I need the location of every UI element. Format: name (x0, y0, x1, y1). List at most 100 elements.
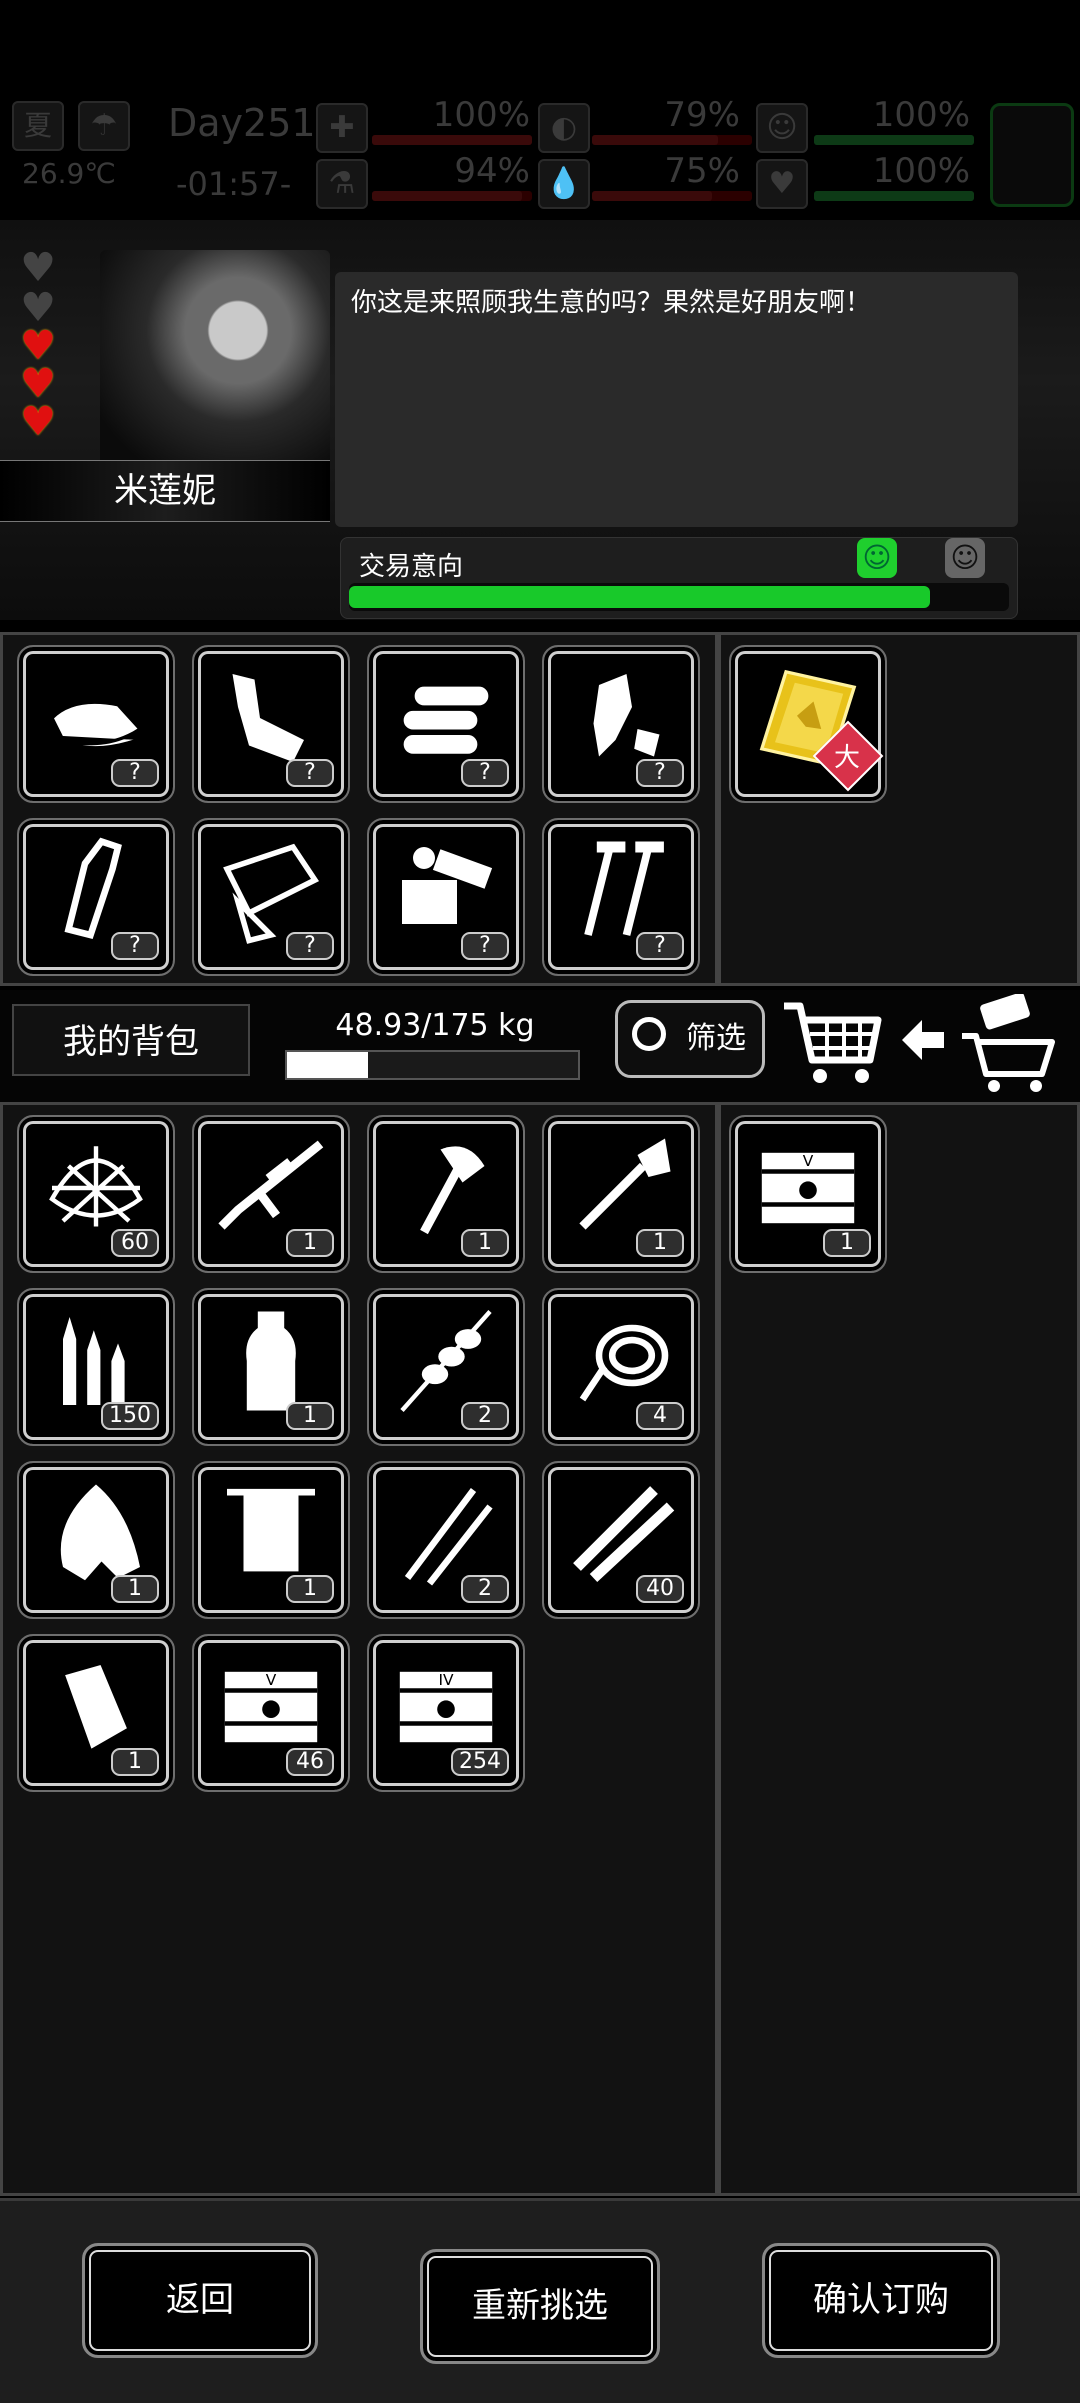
trade-intent-label: 交易意向 (359, 552, 464, 582)
item-slot[interactable]: 40 (542, 1461, 700, 1619)
smiley-grey-icon: ☺ (945, 538, 985, 578)
item-quantity: 1 (111, 1748, 159, 1776)
health-bar (372, 135, 532, 145)
item-quantity: 2 (461, 1402, 509, 1430)
item-quantity: ? (286, 932, 334, 960)
day-counter: Day251 (168, 101, 316, 145)
bottom-action-bar: 返回 重新挑选 确认订购 (0, 2198, 1080, 2403)
item-slot[interactable]: ? (367, 818, 525, 976)
item-slot[interactable]: V1 (729, 1115, 887, 1273)
cart-icon[interactable] (782, 998, 882, 1088)
item-slot[interactable]: 1 (192, 1461, 350, 1619)
heart-percent: 100% (872, 151, 970, 191)
back-button[interactable]: 返回 (82, 2243, 318, 2358)
item-slot[interactable]: 1 (17, 1634, 175, 1792)
item-quantity: 254 (451, 1748, 509, 1776)
item-quantity: ? (636, 932, 684, 960)
crate-v-icon: V (761, 1152, 855, 1224)
thirst-percent: 75% (664, 151, 740, 191)
item-slot[interactable]: 4 (542, 1288, 700, 1446)
gold-card-slot[interactable]: 大 (729, 645, 887, 803)
search-icon (632, 1017, 666, 1051)
lockpick-icon (404, 1488, 493, 1586)
medicine-icon: ⚗ (316, 159, 368, 209)
npc-name: 米莲妮 (0, 460, 330, 522)
special-badge: 大 (833, 743, 860, 773)
scrap-metal-icon (232, 674, 304, 762)
heart-icon: ♥ (756, 159, 808, 209)
heart-empty-icon: ♥ (20, 245, 56, 291)
trade-intent-fill (349, 586, 930, 608)
item-quantity: 4 (636, 1402, 684, 1430)
water-bottle-icon (246, 1311, 296, 1411)
bag-weight: 48.93/175 kg (335, 1008, 535, 1043)
item-slot[interactable]: 1 (192, 1288, 350, 1446)
mood-percent: 100% (872, 95, 970, 135)
heart-filled-icon: ♥ (20, 399, 56, 445)
shovel-icon (579, 1138, 671, 1230)
bag-items-panel: 60 1 1 1 150 1 2 4 1 1 2 40 1 V 46 IV 254 (0, 1102, 718, 2196)
order-cart-icon[interactable] (960, 994, 1062, 1094)
smiley-green-icon: ☺ (857, 538, 897, 578)
season-icon: 夏 (12, 101, 64, 151)
heart-filled-icon: ♥ (20, 361, 56, 407)
game-time: -01:57- (176, 165, 292, 203)
item-slot[interactable]: 60 (17, 1115, 175, 1273)
item-slot[interactable]: ? (192, 645, 350, 803)
screws-icon (584, 841, 664, 936)
bandage-icon (60, 1661, 132, 1754)
item-quantity: 60 (111, 1229, 159, 1257)
crate-iv-icon: IV (399, 1671, 493, 1743)
item-slot[interactable]: ? (542, 645, 700, 803)
towel-icon (227, 1488, 315, 1572)
item-quantity: 150 (101, 1402, 159, 1430)
medicine-percent: 94% (454, 151, 530, 191)
item-slot[interactable]: 150 (17, 1288, 175, 1446)
mood-bar (814, 135, 974, 145)
item-slot[interactable]: 2 (367, 1461, 525, 1619)
arrow-left-icon (902, 1020, 944, 1060)
svg-text:IV: IV (438, 1671, 454, 1689)
item-quantity: ? (461, 759, 509, 787)
item-slot[interactable]: ? (17, 818, 175, 976)
item-slot[interactable]: IV 254 (367, 1634, 525, 1792)
weather-icon: ☂ (78, 101, 130, 151)
item-slot[interactable]: 1 (367, 1115, 525, 1273)
item-quantity: 40 (636, 1575, 684, 1603)
item-slot[interactable]: V 46 (192, 1634, 350, 1792)
item-slot[interactable]: 1 (542, 1115, 700, 1273)
net-icon (49, 1146, 143, 1227)
item-slot[interactable]: ? (192, 818, 350, 976)
trade-intent-panel: 交易意向 ☺ ☺ (340, 537, 1018, 619)
reselect-button[interactable]: 重新挑选 (420, 2249, 660, 2364)
item-slot[interactable]: 1 (17, 1461, 175, 1619)
bullets-icon (63, 1317, 125, 1405)
item-quantity: 1 (286, 1575, 334, 1603)
cloth-icon (49, 700, 143, 750)
thirst-bar (592, 191, 752, 201)
machine-parts-icon (402, 847, 493, 924)
mood-icon: ☺ (756, 103, 808, 153)
item-slot[interactable]: 1 (192, 1115, 350, 1273)
item-slot[interactable]: ? (367, 645, 525, 803)
item-quantity: 1 (286, 1402, 334, 1430)
item-slot[interactable]: ? (542, 818, 700, 976)
item-quantity: 1 (461, 1229, 509, 1257)
device-icon[interactable] (990, 103, 1074, 207)
bag-weight-fill (287, 1052, 369, 1078)
filter-label: 筛选 (686, 1021, 746, 1056)
torn-cloth-icon (60, 1484, 140, 1581)
confirm-order-button[interactable]: 确认订购 (762, 2243, 1000, 2358)
item-slot[interactable]: 2 (367, 1288, 525, 1446)
item-quantity: 1 (111, 1575, 159, 1603)
npc-portrait (100, 250, 330, 480)
heart-filled-icon: ♥ (20, 323, 56, 369)
item-quantity: ? (111, 932, 159, 960)
item-slot[interactable]: ? (17, 645, 175, 803)
bag-title[interactable]: 我的背包 (12, 1004, 250, 1076)
item-quantity: ? (111, 759, 159, 787)
darts-icon (573, 1486, 675, 1583)
filter-button[interactable]: 筛选 (615, 1000, 765, 1078)
hunger-percent: 79% (664, 95, 740, 135)
merchant-special-panel: 大 (718, 632, 1080, 986)
